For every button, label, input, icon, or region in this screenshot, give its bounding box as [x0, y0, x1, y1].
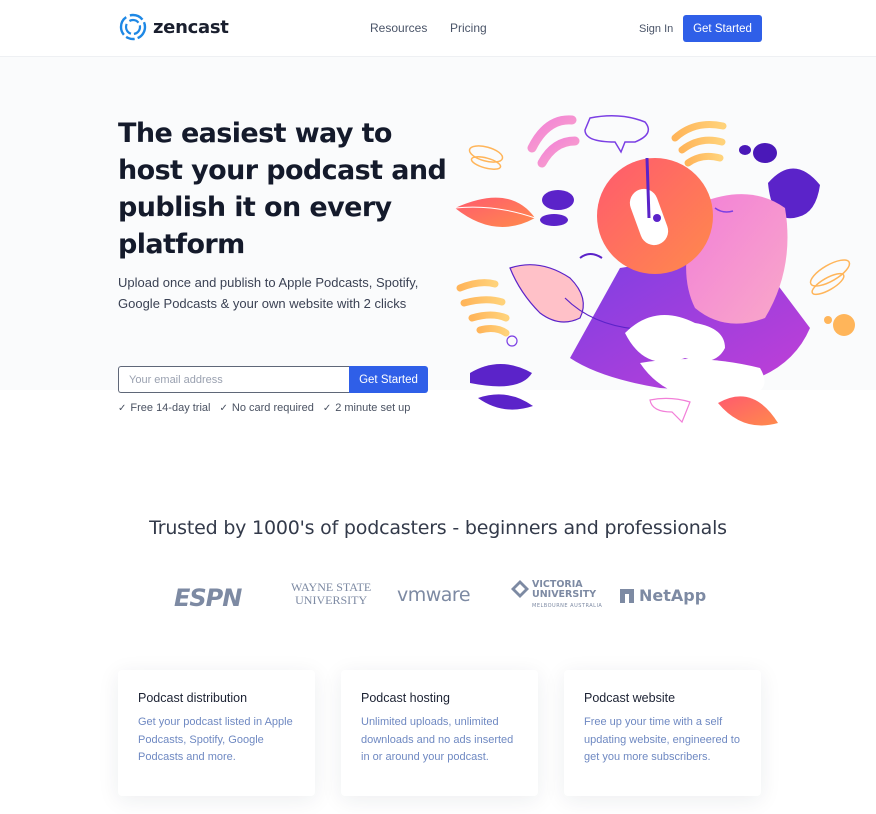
netapp-name: NetApp [639, 586, 707, 605]
feature-title: Podcast distribution [138, 691, 248, 705]
perk-item: ✓ 2 minute set up [323, 402, 411, 414]
feature-title: Podcast hosting [361, 691, 450, 705]
victoria-line2: UNIVERSITY [532, 589, 597, 600]
check-icon: ✓ [322, 402, 332, 414]
check-icon: ✓ [219, 402, 228, 414]
netapp-logo: NetApp [620, 586, 706, 605]
zencast-logo-icon [119, 13, 147, 41]
nav-get-started-button[interactable]: Get Started [683, 15, 762, 42]
victoria-line3: MELBOURNE AUSTRALIA [532, 603, 603, 609]
check-icon: ✓ [118, 402, 127, 414]
feature-card-website: Podcast website Free up your time with a… [564, 670, 761, 796]
feature-card-hosting: Podcast hosting Unlimited uploads, unlim… [341, 670, 538, 796]
top-nav: zencast Resources Pricing Sign In Get St… [0, 0, 876, 57]
vmware-logo: vmware [397, 584, 471, 606]
perk-label: No card required [231, 402, 314, 414]
hero-subtitle: Upload once and publish to Apple Podcast… [118, 275, 419, 311]
hero-title: The easiest way to host your podcast and… [118, 118, 447, 260]
brand-logo[interactable]: zencast [119, 13, 229, 41]
hero-get-started-button[interactable]: Get Started [349, 366, 428, 393]
feature-card-distribution: Podcast distribution Get your podcast li… [118, 670, 315, 796]
feature-text: Get your podcast listed in Apple Podcast… [138, 716, 293, 763]
client-logos: ESPN WAYNE STATE UNIVERSITY vmware VICTO… [0, 578, 876, 614]
nav-link-resources[interactable]: Resources [370, 21, 427, 35]
email-signup-form: Get Started [118, 366, 428, 393]
hero-illustration [454, 115, 855, 426]
trusted-heading: Trusted by 1000's of podcasters - beginn… [149, 517, 727, 539]
netapp-mark-icon [620, 588, 634, 603]
perk-item: ✓ No card required [219, 402, 313, 414]
perk-item: ✓ Free 14-day trial [118, 402, 210, 414]
wayne-state-logo: WAYNE STATE UNIVERSITY [291, 581, 371, 607]
feature-text: Unlimited uploads, unlimited downloads a… [361, 716, 514, 763]
perk-label: 2 minute set up [335, 402, 411, 414]
espn-logo: ESPN [174, 584, 242, 612]
feature-text: Free up your time with a self updating w… [584, 716, 740, 763]
feature-title: Podcast website [584, 691, 676, 705]
sign-in-link[interactable]: Sign In [639, 23, 673, 35]
wayne-state-line1: WAYNE STATE [291, 580, 372, 594]
wayne-state-line2: UNIVERSITY [295, 593, 368, 607]
victoria-university-logo: VICTORIA UNIVERSITY MELBOURNE AUSTRALIA [511, 580, 602, 611]
email-input[interactable] [118, 366, 349, 393]
perk-label: Free 14-day trial [130, 402, 211, 414]
perks-list: ✓ Free 14-day trial ✓ No card required ✓ 2 … [118, 402, 410, 414]
victoria-crest-icon [511, 580, 529, 598]
brand-name: zencast [153, 16, 229, 38]
nav-link-pricing[interactable]: Pricing [450, 21, 487, 35]
